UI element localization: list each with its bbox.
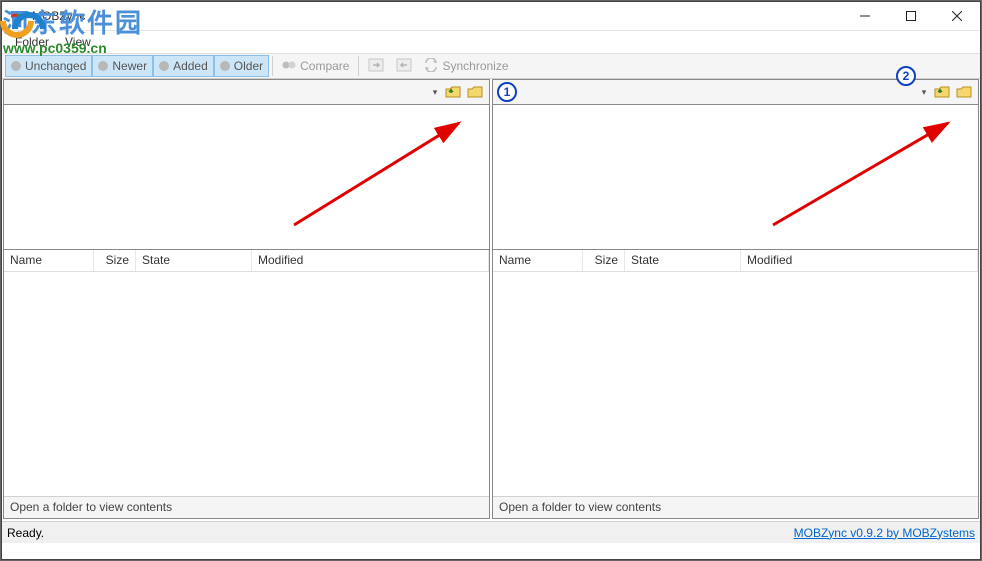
left-up-folder-button[interactable] xyxy=(443,82,463,102)
titlebar: MOBZync xyxy=(1,1,981,31)
sync-icon xyxy=(424,58,438,75)
folder-open-icon xyxy=(956,85,972,99)
synchronize-label: Synchronize xyxy=(442,59,508,73)
left-treeview[interactable] xyxy=(4,104,489,250)
copy-right-button[interactable] xyxy=(362,55,390,77)
filter-added-button[interactable]: Added xyxy=(153,55,214,77)
folder-up-icon xyxy=(934,85,950,99)
toolbar: Unchanged Newer Added Older Compare Sync… xyxy=(1,53,981,79)
right-col-name[interactable]: Name xyxy=(493,250,583,271)
right-pane: 1 2 ▾ Name Size State Modified xyxy=(492,79,979,519)
toolbar-separator-2 xyxy=(358,56,359,76)
toolbar-separator xyxy=(272,56,273,76)
left-col-state[interactable]: State xyxy=(136,250,252,271)
left-pathbar: ▾ xyxy=(4,80,489,104)
left-pane: ▾ Name Size State Modified Open a folder xyxy=(3,79,490,519)
annotation-badge-1: 1 xyxy=(497,82,517,102)
annotation-badge-2: 2 xyxy=(896,66,916,86)
menubar: Folder View xyxy=(1,31,981,53)
right-up-folder-button[interactable] xyxy=(932,82,952,102)
left-list-header: Name Size State Modified xyxy=(4,250,489,272)
filter-added-label: Added xyxy=(173,59,208,73)
statusbar: Ready. MOBZync v0.9.2 by MOBZystems xyxy=(1,521,981,543)
window-title: MOBZync xyxy=(32,9,842,23)
app-icon xyxy=(10,8,26,24)
folder-up-icon xyxy=(445,85,461,99)
annotation-arrow-1 xyxy=(284,115,469,235)
left-col-modified[interactable]: Modified xyxy=(252,250,489,271)
left-list-body[interactable] xyxy=(4,272,489,496)
menu-folder[interactable]: Folder xyxy=(7,32,57,52)
right-list-body[interactable] xyxy=(493,272,978,496)
left-path-dropdown[interactable]: ▾ xyxy=(429,87,441,98)
arrow-right-icon xyxy=(368,58,384,75)
annotation-arrow-2 xyxy=(763,115,958,235)
filter-older-label: Older xyxy=(234,59,263,73)
right-pathbar: 1 2 ▾ xyxy=(493,80,978,104)
filter-unchanged-label: Unchanged xyxy=(25,59,86,73)
arrow-left-icon xyxy=(396,58,412,75)
status-text: Ready. xyxy=(7,526,44,540)
copy-left-button[interactable] xyxy=(390,55,418,77)
right-browse-button[interactable] xyxy=(954,82,974,102)
filter-newer-label: Newer xyxy=(112,59,147,73)
left-listview: Name Size State Modified xyxy=(4,250,489,496)
compare-label: Compare xyxy=(300,59,349,73)
left-browse-button[interactable] xyxy=(465,82,485,102)
left-col-size[interactable]: Size xyxy=(94,250,136,271)
right-treeview[interactable] xyxy=(493,104,978,250)
filter-older-button[interactable]: Older xyxy=(214,55,269,77)
right-listview: Name Size State Modified xyxy=(493,250,978,496)
status-link[interactable]: MOBZync v0.9.2 by MOBZystems xyxy=(794,526,975,540)
compare-icon xyxy=(282,58,296,75)
right-col-modified[interactable]: Modified xyxy=(741,250,978,271)
filter-unchanged-button[interactable]: Unchanged xyxy=(5,55,92,77)
filter-newer-button[interactable]: Newer xyxy=(92,55,153,77)
left-col-name[interactable]: Name xyxy=(4,250,94,271)
folder-open-icon xyxy=(467,85,483,99)
menu-view[interactable]: View xyxy=(57,32,99,52)
close-button[interactable] xyxy=(934,1,980,30)
compare-button[interactable]: Compare xyxy=(276,55,355,77)
right-col-state[interactable]: State xyxy=(625,250,741,271)
right-col-size[interactable]: Size xyxy=(583,250,625,271)
panes-container: ▾ Name Size State Modified Open a folder xyxy=(1,79,981,521)
right-path-dropdown[interactable]: ▾ xyxy=(918,87,930,98)
maximize-button[interactable] xyxy=(888,1,934,30)
right-pane-footer: Open a folder to view contents xyxy=(493,496,978,518)
minimize-button[interactable] xyxy=(842,1,888,30)
left-pane-footer: Open a folder to view contents xyxy=(4,496,489,518)
right-list-header: Name Size State Modified xyxy=(493,250,978,272)
synchronize-button[interactable]: Synchronize xyxy=(418,55,514,77)
